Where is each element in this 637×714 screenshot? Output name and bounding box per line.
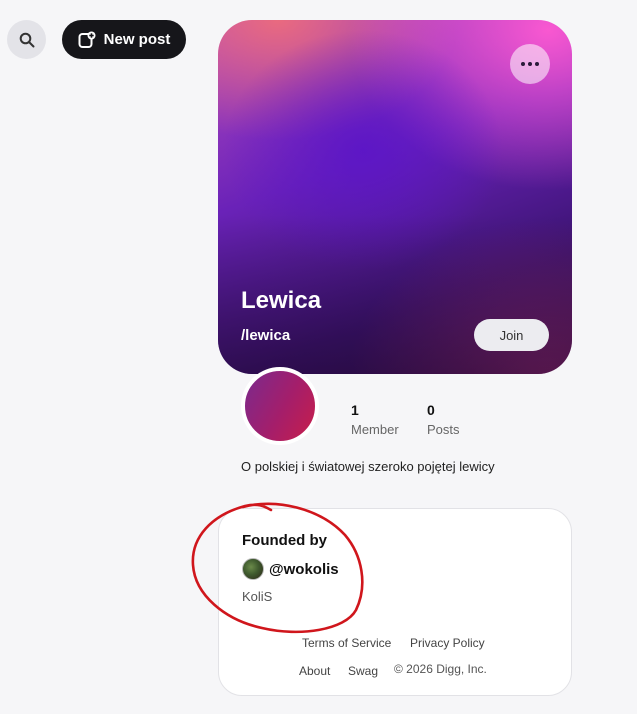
more-options-button[interactable] <box>510 44 550 84</box>
search-icon <box>19 32 34 47</box>
more-icon <box>521 62 539 66</box>
copyright-text: © 2026 Digg, Inc. <box>394 662 487 676</box>
members-count: 1 <box>351 402 359 418</box>
community-avatar <box>241 367 319 445</box>
search-button[interactable] <box>7 20 46 59</box>
posts-label: Posts <box>427 422 460 437</box>
posts-stat: 0 Posts <box>427 402 460 437</box>
join-button[interactable]: Join <box>474 319 549 351</box>
founded-by-card: Founded by @wokolis KoliS Terms of Servi… <box>218 508 572 696</box>
founder-avatar <box>242 558 264 580</box>
members-label: Member <box>351 422 399 437</box>
terms-link[interactable]: Terms of Service <box>302 636 391 650</box>
compose-icon <box>78 31 96 48</box>
swag-link[interactable]: Swag <box>348 664 378 678</box>
founded-by-title: Founded by <box>242 532 327 549</box>
posts-count: 0 <box>427 402 435 418</box>
founder-display-name: KoliS <box>242 589 273 604</box>
community-title: Lewica <box>241 287 322 314</box>
about-link[interactable]: About <box>299 664 330 678</box>
new-post-button[interactable]: New post <box>62 20 186 59</box>
community-slug[interactable]: /lewica <box>241 327 290 344</box>
community-description: O polskiej i światowej szeroko pojętej l… <box>241 459 495 474</box>
community-banner: Lewica /lewica Join <box>218 20 572 374</box>
founder-handle: @wokolis <box>269 560 339 578</box>
privacy-link[interactable]: Privacy Policy <box>410 636 485 650</box>
members-stat: 1 Member <box>351 402 399 437</box>
founder-link[interactable]: @wokolis <box>242 558 339 580</box>
new-post-label: New post <box>103 31 171 48</box>
